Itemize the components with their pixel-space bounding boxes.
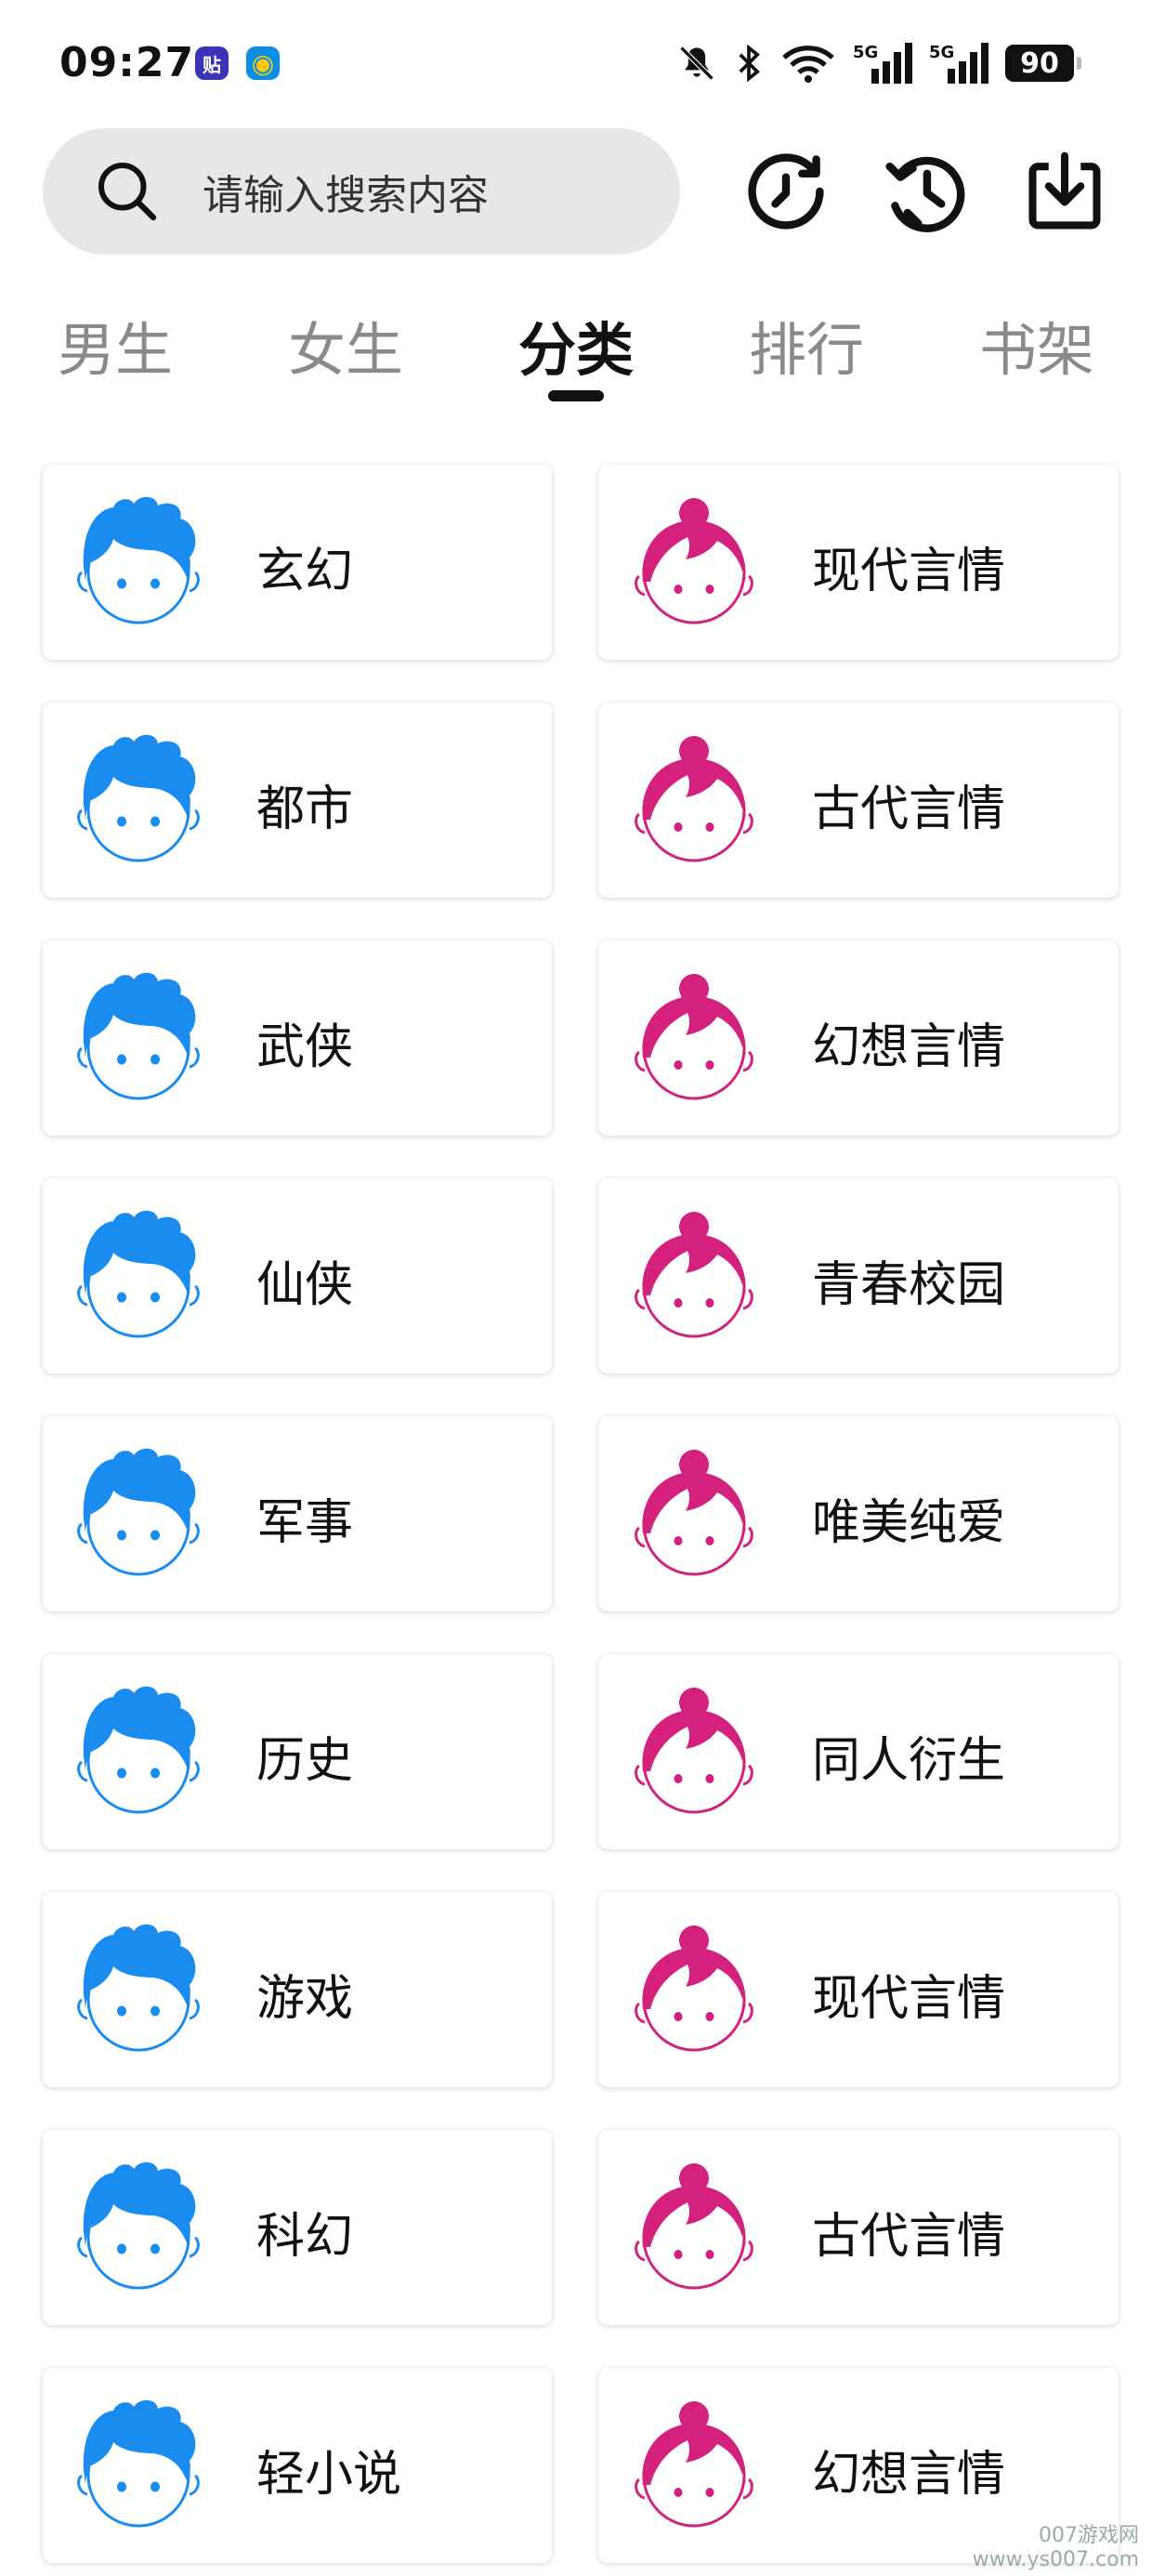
top-tabs: 男生 女生 分类 排行 书架 [0, 288, 1152, 401]
search-icon [98, 163, 157, 221]
watermark-line2: www.ys007.com [972, 2548, 1139, 2571]
boy-avatar-icon [76, 2396, 201, 2535]
category-label: 幻想言情 [812, 2447, 1006, 2503]
tab-girls[interactable]: 女生 [253, 303, 439, 387]
category-card-campus[interactable]: 青春校园 [598, 1178, 1119, 1373]
category-label: 现代言情 [812, 1971, 1006, 2027]
girl-avatar-icon [632, 1206, 756, 1346]
category-card-light-novel[interactable]: 轻小说 [43, 2368, 552, 2563]
category-label: 都市 [256, 782, 354, 837]
mute-bell-icon [679, 46, 714, 81]
girl-avatar-icon [632, 2158, 756, 2297]
qq-app-icon: ◉ [246, 46, 280, 80]
girl-avatar-icon [632, 1920, 756, 2059]
category-label: 游戏 [256, 1971, 354, 2027]
watermark: 007游戏网 www.ys007.com [973, 2524, 1139, 2572]
signal-icon-2: 5G [929, 43, 988, 84]
signal-icon-1: 5G [853, 43, 912, 84]
girl-avatar-icon [632, 1444, 756, 1584]
bluetooth-icon [739, 44, 760, 83]
category-card-ancient-romance-2[interactable]: 古代言情 [598, 2130, 1119, 2325]
tieba-app-icon: 贴 [195, 46, 229, 80]
search-row: 请输入搜索内容 [0, 128, 1152, 258]
category-card-games[interactable]: 游戏 [43, 1892, 552, 2087]
boy-avatar-icon [76, 730, 201, 870]
history-icon[interactable] [883, 149, 968, 234]
boy-avatar-icon [76, 493, 201, 632]
download-icon[interactable] [1022, 149, 1107, 234]
category-card-fan-fiction[interactable]: 同人衍生 [598, 1654, 1119, 1849]
category-label: 科幻 [256, 2209, 354, 2265]
category-label: 古代言情 [812, 782, 1006, 837]
girl-avatar-icon [632, 493, 756, 632]
tab-categories[interactable]: 分类 [483, 303, 669, 387]
search-input[interactable]: 请输入搜索内容 [43, 128, 680, 255]
category-card-modern-romance-2[interactable]: 现代言情 [598, 1892, 1119, 2087]
category-card-wuxia[interactable]: 武侠 [43, 940, 552, 1136]
category-label: 武侠 [256, 1019, 354, 1075]
category-label: 玄幻 [256, 544, 354, 599]
status-bar: 09:27 贴 ◉ 5G 5G 90 [0, 0, 1152, 130]
tab-boys[interactable]: 男生 [22, 303, 208, 387]
category-label: 仙侠 [256, 1257, 354, 1313]
boy-avatar-icon [76, 1206, 201, 1346]
category-card-pure-love[interactable]: 唯美纯爱 [598, 1416, 1119, 1611]
category-label: 青春校园 [812, 1257, 1006, 1313]
category-card-xianxia[interactable]: 仙侠 [43, 1178, 552, 1373]
tab-rankings[interactable]: 排行 [713, 303, 899, 387]
boy-avatar-icon [76, 1682, 201, 1821]
boy-avatar-icon [76, 1444, 201, 1584]
boy-avatar-icon [76, 1920, 201, 2059]
boy-avatar-icon [76, 2158, 201, 2297]
girl-avatar-icon [632, 968, 756, 1108]
category-card-ancient-romance[interactable]: 古代言情 [598, 703, 1119, 898]
status-icons: 5G 5G 90 [676, 43, 1081, 84]
girl-avatar-icon [632, 730, 756, 870]
category-card-urban[interactable]: 都市 [43, 703, 552, 898]
category-card-military[interactable]: 军事 [43, 1416, 552, 1611]
girl-avatar-icon [632, 2396, 756, 2535]
category-card-xuanhuan[interactable]: 玄幻 [43, 465, 552, 660]
category-label: 轻小说 [256, 2447, 402, 2503]
status-time: 09:27 [59, 39, 195, 86]
category-card-modern-romance[interactable]: 现代言情 [598, 465, 1119, 660]
tab-bookshelf[interactable]: 书架 [944, 303, 1130, 387]
category-label: 唯美纯爱 [812, 1495, 1006, 1551]
active-tab-indicator [548, 390, 604, 401]
category-label: 现代言情 [812, 544, 1006, 599]
category-label: 历史 [256, 1733, 354, 1789]
category-card-scifi[interactable]: 科幻 [43, 2130, 552, 2325]
search-placeholder: 请输入搜索内容 [203, 172, 489, 219]
category-card-fantasy-romance[interactable]: 幻想言情 [598, 940, 1119, 1136]
category-label: 古代言情 [812, 2209, 1006, 2265]
category-card-history[interactable]: 历史 [43, 1654, 552, 1849]
category-label: 军事 [256, 1495, 354, 1551]
battery-indicator: 90 [1005, 45, 1081, 82]
category-label: 幻想言情 [812, 1019, 1006, 1075]
wifi-icon [782, 46, 834, 83]
watermark-line1: 007游戏网 [1039, 2524, 1139, 2547]
category-label: 同人衍生 [812, 1733, 1006, 1789]
refresh-icon[interactable] [743, 149, 829, 234]
girl-avatar-icon [632, 1682, 756, 1821]
boy-avatar-icon [76, 968, 201, 1108]
